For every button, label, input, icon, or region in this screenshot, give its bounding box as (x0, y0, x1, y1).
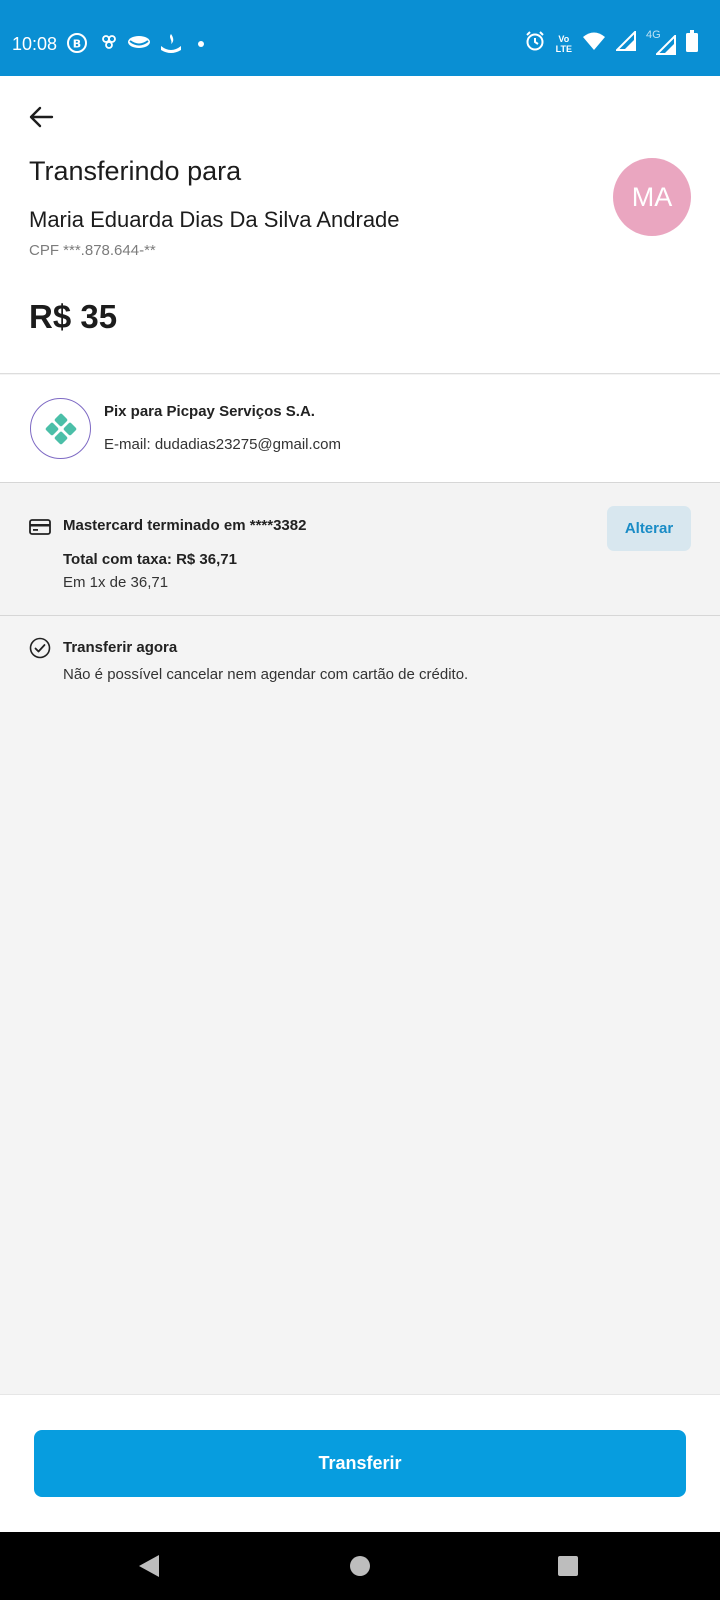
bank-flame-icon (159, 32, 183, 56)
recipient-section: Transferindo para Maria Eduarda Dias Da … (0, 76, 720, 374)
total-with-fee: Total com taxa: R$ 36,71 (63, 551, 237, 568)
battery-icon (686, 30, 698, 57)
svg-text:B: B (73, 38, 81, 51)
b-badge-icon: B (66, 32, 90, 56)
back-button[interactable] (24, 100, 58, 134)
change-payment-button[interactable]: Alterar (607, 506, 691, 551)
transfer-amount: R$ 35 (29, 298, 118, 335)
status-time: 10:08 (12, 34, 58, 54)
pix-institution: Pix para Picpay Serviços S.A. (104, 403, 315, 420)
pix-destination: Pix para Picpay Serviços S.A. E-mail: du… (0, 375, 720, 483)
nav-home-icon (350, 1556, 370, 1576)
avatar-initials: MA (631, 181, 673, 212)
transfer-button[interactable]: Transferir (34, 1430, 686, 1497)
volte-icon: Vo LTE (556, 34, 572, 54)
status-right-icons: Vo LTE 4G (524, 29, 698, 57)
nav-recents-button[interactable] (556, 1554, 580, 1578)
payment-method: Mastercard terminado em ****3382 Total c… (0, 484, 720, 616)
avatar: MA (613, 158, 691, 236)
dot-icon (196, 32, 220, 56)
cloud-icon (127, 32, 151, 56)
installments: Em 1x de 36,71 (63, 574, 169, 591)
transfer-option-description: Não é possível cancelar nem agendar com … (63, 666, 469, 683)
recipient-cpf: CPF ***.878.644-** (29, 242, 156, 259)
arrow-left-icon (29, 106, 54, 128)
transfer-option: Transferir agora Não é possível cancelar… (0, 617, 720, 1394)
credit-card-icon (29, 518, 51, 541)
wifi-icon (582, 31, 606, 56)
nav-back-button[interactable] (137, 1554, 161, 1578)
recipient-name: Maria Eduarda Dias Da Silva Andrade (29, 207, 400, 232)
transfer-option-title: Transferir agora (63, 639, 178, 656)
link-icon (100, 32, 124, 56)
volte-label-bottom: LTE (555, 43, 572, 54)
pix-key-email: E-mail: dudadias23275@gmail.com (104, 436, 342, 453)
nav-back-icon (139, 1555, 159, 1577)
page-title: Transferindo para (29, 156, 242, 186)
alarm-icon (524, 30, 546, 57)
footer: Transferir (0, 1394, 720, 1532)
card-label: Mastercard terminado em ****3382 (63, 517, 307, 534)
system-nav-bar (0, 1532, 720, 1600)
check-circle-icon (29, 637, 51, 664)
signal-4g-icon: 4G (646, 29, 676, 55)
nav-home-button[interactable] (348, 1554, 372, 1578)
volte-label-top: Vo (558, 33, 570, 44)
pix-icon (30, 398, 91, 459)
signal-icon (614, 29, 636, 56)
status-bar: 10:08 B Vo LTE 4G (0, 0, 720, 76)
nav-recents-icon (558, 1556, 578, 1576)
